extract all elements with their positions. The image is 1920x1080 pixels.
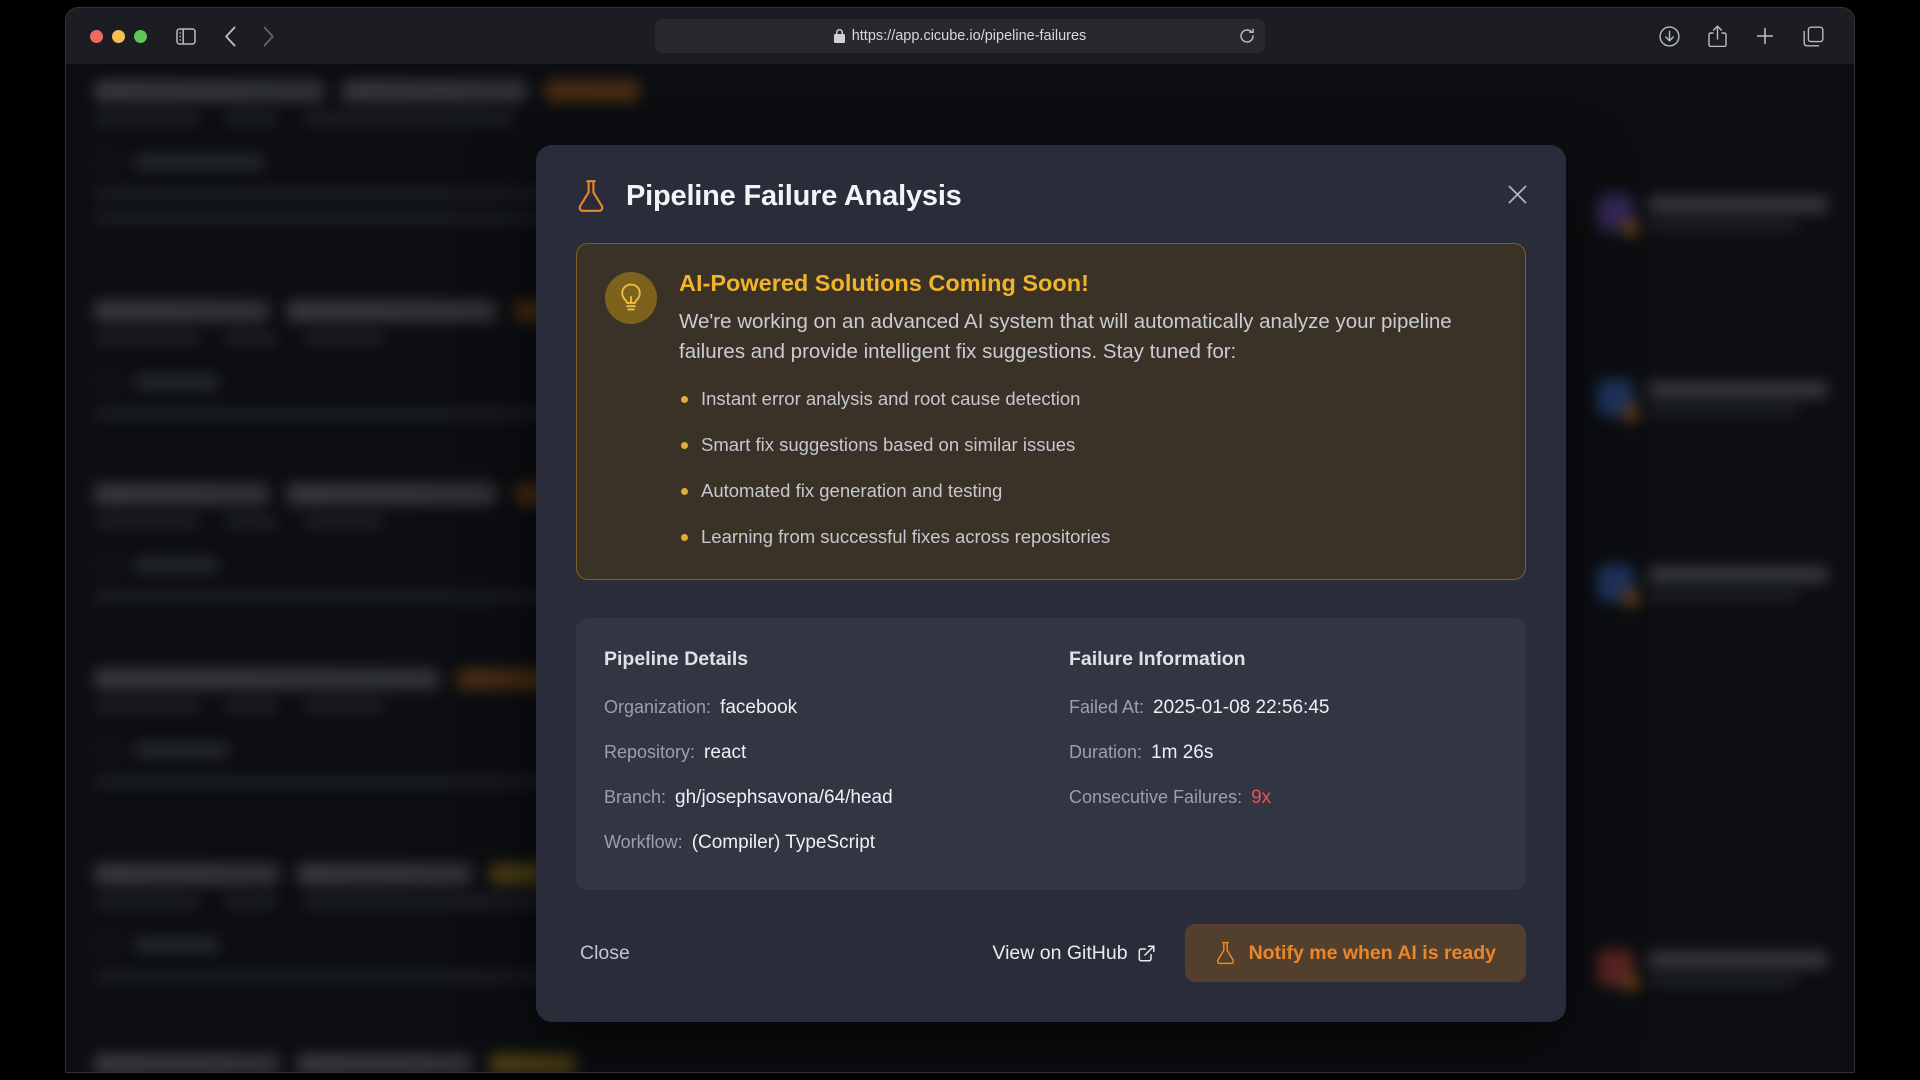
alert-description: We're working on an advanced AI system t… xyxy=(679,310,1452,364)
navigation-buttons xyxy=(213,19,285,53)
view-on-github-label: View on GitHub xyxy=(992,941,1128,964)
detail-value: facebook xyxy=(720,697,798,719)
traffic-lights xyxy=(90,29,147,43)
list-item: Automated fix generation and testing xyxy=(679,479,1497,503)
detail-row-failed-at: Failed At: 2025-01-08 22:56:45 xyxy=(1069,697,1498,719)
page-title: Pipeline Failure Analysis xyxy=(626,179,962,212)
sidebar-toggle-icon[interactable] xyxy=(169,19,203,53)
minimize-window-button[interactable] xyxy=(112,29,125,43)
detail-value: 1m 26s xyxy=(1151,742,1214,764)
flask-icon xyxy=(1215,941,1236,965)
address-bar-url: https://app.cicube.io/pipeline-failures xyxy=(851,28,1087,44)
detail-label: Workflow: xyxy=(604,832,683,853)
detail-row-workflow: Workflow: (Compiler) TypeScript xyxy=(604,832,1033,854)
address-bar[interactable]: https://app.cicube.io/pipeline-failures xyxy=(655,19,1265,53)
share-icon[interactable] xyxy=(1700,19,1734,53)
detail-value: (Compiler) TypeScript xyxy=(691,832,876,854)
list-item: Instant error analysis and root cause de… xyxy=(679,387,1497,411)
detail-label: Branch: xyxy=(604,787,667,808)
list-item: Smart fix suggestions based on similar i… xyxy=(679,433,1497,457)
alert-title: AI-Powered Solutions Coming Soon! xyxy=(679,270,1089,296)
chevron-right-icon[interactable] xyxy=(251,19,285,53)
close-button[interactable]: Close xyxy=(576,934,634,973)
detail-label: Repository: xyxy=(604,742,696,763)
detail-label: Organization: xyxy=(604,697,712,718)
modal-footer: Close View on GitHub Notify me when AI i… xyxy=(536,890,1566,1022)
external-link-icon xyxy=(1138,945,1155,962)
flask-icon xyxy=(576,179,606,213)
browser-toolbar: https://app.cicube.io/pipeline-failures xyxy=(66,8,1854,64)
details-panel: Pipeline Details Organization: facebook … xyxy=(576,618,1526,891)
ai-coming-soon-alert: AI-Powered Solutions Coming Soon! We're … xyxy=(576,243,1526,581)
zoom-window-button[interactable] xyxy=(134,29,147,43)
failure-information-heading: Failure Information xyxy=(1069,648,1246,671)
notify-me-label: Notify me when AI is ready xyxy=(1248,941,1496,964)
detail-row-repository: Repository: react xyxy=(604,742,1033,764)
close-window-button[interactable] xyxy=(90,29,103,43)
detail-label: Duration: xyxy=(1069,742,1143,763)
detail-row-consecutive-failures: Consecutive Failures: 9x xyxy=(1069,787,1498,809)
detail-value: react xyxy=(704,742,747,764)
alert-feature-list: Instant error analysis and root cause de… xyxy=(679,387,1497,549)
detail-row-organization: Organization: facebook xyxy=(604,697,1033,719)
view-on-github-button[interactable]: View on GitHub xyxy=(980,934,1166,973)
detail-value: gh/josephsavona/64/head xyxy=(675,787,893,809)
detail-value: 2025-01-08 22:56:45 xyxy=(1153,697,1330,719)
tab-overview-icon[interactable] xyxy=(1796,19,1830,53)
detail-label: Consecutive Failures: xyxy=(1069,787,1243,808)
plus-icon[interactable] xyxy=(1748,19,1782,53)
failure-information-column: Failure Information Failed At: 2025-01-0… xyxy=(1033,648,1498,854)
pipeline-details-heading: Pipeline Details xyxy=(604,648,749,671)
pipeline-details-column: Pipeline Details Organization: facebook … xyxy=(604,648,1033,854)
list-item: Learning from successful fixes across re… xyxy=(679,525,1497,549)
browser-window: https://app.cicube.io/pipeline-failures xyxy=(66,8,1854,1072)
lightbulb-icon xyxy=(605,272,657,324)
detail-label: Failed At: xyxy=(1069,697,1145,718)
detail-row-branch: Branch: gh/josephsavona/64/head xyxy=(604,787,1033,809)
page-content: Pipeline Failure Analysis AI-Powered Sol… xyxy=(66,64,1854,1072)
toolbar-right-icons xyxy=(1652,19,1830,53)
status-badge: 9x xyxy=(1251,787,1272,809)
notify-me-button[interactable]: Notify me when AI is ready xyxy=(1184,924,1526,983)
detail-row-duration: Duration: 1m 26s xyxy=(1069,742,1498,764)
reload-icon[interactable] xyxy=(1239,28,1255,44)
chevron-left-icon[interactable] xyxy=(213,19,247,53)
download-icon[interactable] xyxy=(1652,19,1686,53)
lock-icon xyxy=(833,29,845,43)
modal-header: Pipeline Failure Analysis xyxy=(536,145,1566,233)
close-icon[interactable] xyxy=(1500,177,1534,211)
pipeline-failure-analysis-modal: Pipeline Failure Analysis AI-Powered Sol… xyxy=(536,145,1566,1023)
